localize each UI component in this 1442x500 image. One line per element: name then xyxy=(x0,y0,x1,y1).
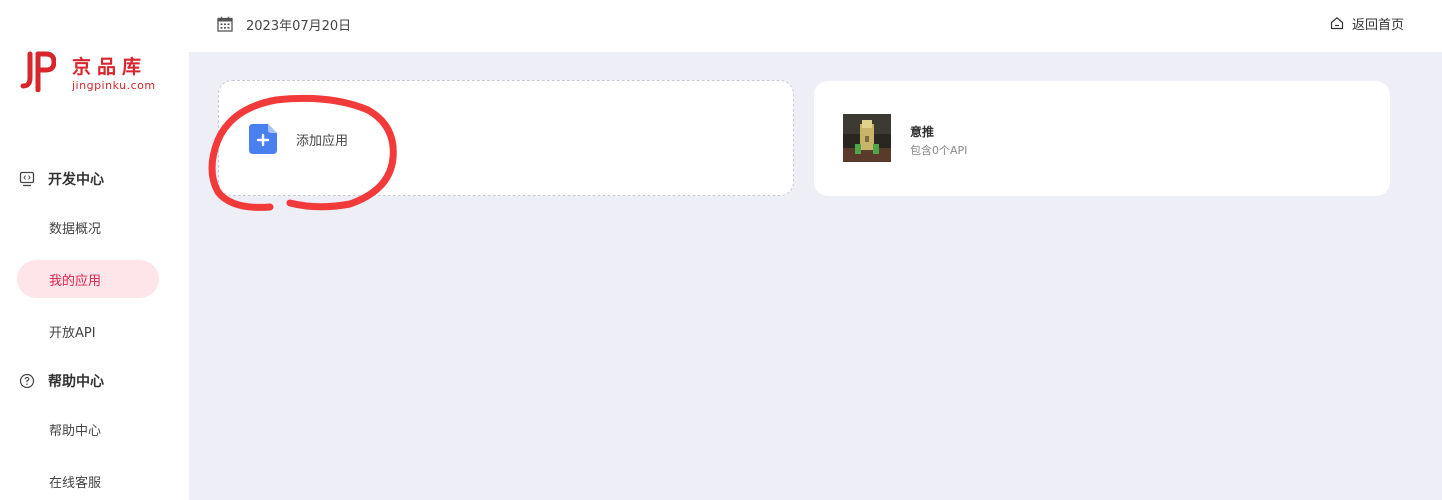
app-card[interactable]: 意推 包含0个API xyxy=(814,81,1390,196)
nav-section-help-center[interactable]: 帮助中心 xyxy=(0,366,189,396)
brand-title: 京品库 xyxy=(72,56,148,78)
current-date: 2023年07月20日 xyxy=(217,14,351,34)
brand-logo[interactable]: 京品库 jingpinku.com xyxy=(18,50,168,95)
sidebar-item-label: 我的应用 xyxy=(49,273,102,289)
sidebar-item-label: 帮助中心 xyxy=(49,423,102,439)
home-icon xyxy=(1330,17,1344,30)
app-api-count: 包含0个API xyxy=(910,144,968,157)
sidebar-item-label: 数据概况 xyxy=(49,221,102,237)
sidebar-item-label: 在线客服 xyxy=(49,475,102,491)
sidebar-item-open-api[interactable]: 开放API xyxy=(17,312,159,350)
add-app-label: 添加应用 xyxy=(296,134,349,149)
app-root: 京品库 jingpinku.com 开发中心 数据概况 我的应用 开放API 帮… xyxy=(0,0,1442,500)
add-app-card[interactable]: 添加应用 xyxy=(218,80,794,196)
back-home-label: 返回首页 xyxy=(1351,17,1404,33)
main-content: 添加应用 意推 包含0个API xyxy=(189,52,1442,500)
app-name: 意推 xyxy=(910,125,935,139)
nav-section-label: 开发中心 xyxy=(48,172,104,188)
sidebar-item-help-center[interactable]: 帮助中心 xyxy=(17,410,159,448)
brand-subtitle: jingpinku.com xyxy=(72,79,156,92)
app-thumbnail xyxy=(843,114,891,162)
back-home-link[interactable]: 返回首页 xyxy=(1330,13,1404,33)
add-document-icon xyxy=(249,124,277,154)
sidebar-item-label: 开放API xyxy=(49,325,96,341)
topbar: 2023年07月20日 返回首页 xyxy=(189,0,1442,52)
sidebar-item-online-support[interactable]: 在线客服 xyxy=(17,462,159,500)
sidebar-item-data-overview[interactable]: 数据概况 xyxy=(17,208,159,246)
question-circle-icon xyxy=(19,373,35,389)
sidebar-item-my-apps[interactable]: 我的应用 xyxy=(17,260,159,298)
sidebar: 京品库 jingpinku.com 开发中心 数据概况 我的应用 开放API 帮… xyxy=(0,0,189,500)
date-text: 2023年07月20日 xyxy=(246,18,352,34)
calendar-icon xyxy=(217,16,233,32)
nav-section-dev-center[interactable]: 开发中心 xyxy=(0,164,189,194)
nav-section-label: 帮助中心 xyxy=(48,374,104,390)
code-monitor-icon xyxy=(19,171,35,187)
logo-mark-icon xyxy=(20,51,56,92)
